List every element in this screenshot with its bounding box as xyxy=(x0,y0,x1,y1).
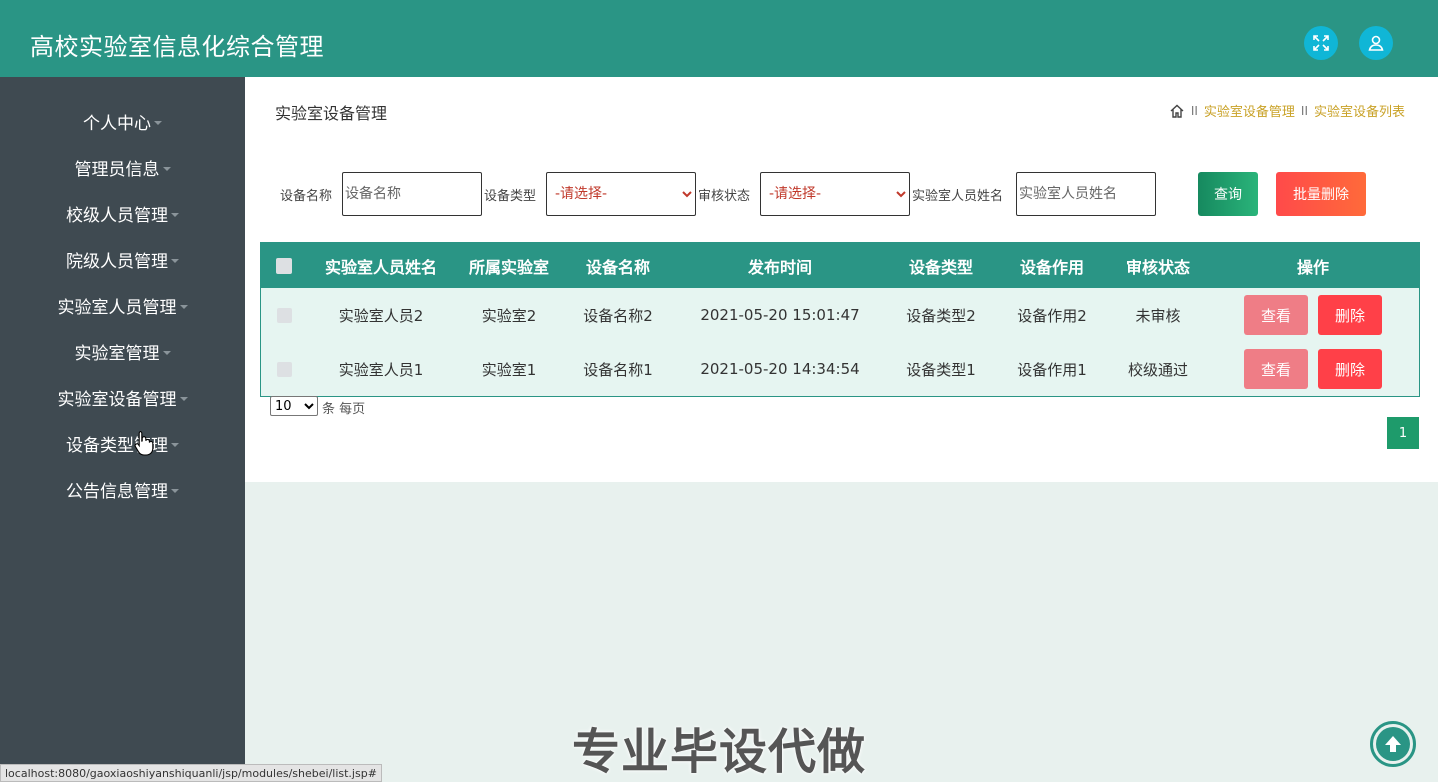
sidebar-item-announcement[interactable]: 公告信息管理 xyxy=(0,466,245,512)
sidebar: 个人中心 管理员信息 校级人员管理 院级人员管理 实验室人员管理 实验室管理 实… xyxy=(0,77,245,782)
cell-equipment-purpose: 设备作用1 xyxy=(1017,360,1087,379)
user-button[interactable] xyxy=(1359,26,1393,60)
sidebar-item-personal-center[interactable]: 个人中心 xyxy=(0,98,245,144)
lab-person-name-label: 实验室人员姓名 xyxy=(912,189,1004,204)
lab-person-name-input[interactable] xyxy=(1016,172,1156,216)
arrow-up-icon xyxy=(1385,736,1401,752)
caret-down-icon xyxy=(171,259,179,263)
column-header: 设备作用 xyxy=(1019,257,1084,277)
watermark-text: 专业毕设代做 xyxy=(572,724,867,780)
equipment-name-label: 设备名称 xyxy=(280,189,333,204)
equipment-table: 实验室人员姓名 所属实验室 设备名称 发布时间 设备类型 设备作用 审核状态 操… xyxy=(260,242,1420,397)
cell-equipment-purpose: 设备作用2 xyxy=(1017,306,1087,325)
caret-down-icon xyxy=(162,167,171,171)
sidebar-item-equipment-type[interactable]: 设备类型管理 xyxy=(0,420,245,466)
view-button[interactable]: 查看 xyxy=(1244,295,1308,335)
equipment-type-label: 设备类型 xyxy=(484,189,537,204)
sidebar-item-lab-staff[interactable]: 实验室人员管理 xyxy=(0,282,245,328)
sidebar-item-admin-info[interactable]: 管理员信息 xyxy=(0,144,245,190)
delete-button[interactable]: 删除 xyxy=(1318,295,1382,335)
column-header: 审核状态 xyxy=(1125,257,1190,277)
cell-person: 实验室人员1 xyxy=(338,360,424,379)
caret-down-icon xyxy=(179,397,188,401)
column-header: 操作 xyxy=(1296,257,1329,277)
caret-down-icon xyxy=(179,305,188,309)
cell-publish-time: 2021-05-20 15:01:47 xyxy=(700,306,860,324)
caret-down-icon xyxy=(171,489,179,493)
cell-lab: 实验室1 xyxy=(481,360,537,379)
review-status-select[interactable]: -请选择- xyxy=(760,172,910,216)
breadcrumb-separator: II xyxy=(1300,103,1308,118)
home-icon[interactable] xyxy=(1169,103,1185,119)
table-row: 实验室人员1 实验室1 设备名称1 2021-05-20 14:34:54 设备… xyxy=(261,342,1419,396)
equipment-name-input[interactable] xyxy=(342,172,482,216)
cell-equipment-type: 设备类型2 xyxy=(906,306,976,325)
caret-down-icon xyxy=(162,351,171,355)
column-header: 设备类型 xyxy=(908,257,973,277)
app-title: 高校实验室信息化综合管理 xyxy=(30,33,324,61)
delete-button[interactable]: 删除 xyxy=(1318,349,1382,389)
breadcrumb-item-list[interactable]: 实验室设备列表 xyxy=(1314,101,1405,120)
cell-lab: 实验室2 xyxy=(481,306,537,325)
fullscreen-button[interactable] xyxy=(1304,26,1338,60)
equipment-type-select[interactable]: -请选择- xyxy=(546,172,696,216)
breadcrumb: II 实验室设备管理 II 实验室设备列表 xyxy=(1169,101,1405,120)
cell-equipment-type: 设备类型1 xyxy=(906,360,976,379)
hand-cursor-icon xyxy=(134,430,154,456)
browser-status-bar: localhost:8080/gaoxiaoshiyanshiquanli/js… xyxy=(0,764,382,782)
column-header: 实验室人员姓名 xyxy=(324,257,437,277)
page-number-button[interactable]: 1 xyxy=(1387,417,1419,449)
page-size-suffix: 条 每页 xyxy=(322,402,366,417)
column-header: 发布时间 xyxy=(747,257,812,277)
cell-equipment-name: 设备名称1 xyxy=(583,360,653,379)
caret-down-icon xyxy=(171,213,179,217)
select-all-checkbox[interactable] xyxy=(276,257,292,274)
cell-equipment-name: 设备名称2 xyxy=(583,306,653,325)
sidebar-item-lab[interactable]: 实验室管理 xyxy=(0,328,245,374)
table-row: 实验室人员2 实验室2 设备名称2 2021-05-20 15:01:47 设备… xyxy=(261,288,1419,342)
query-button[interactable]: 查询 xyxy=(1198,172,1258,216)
row-checkbox[interactable] xyxy=(276,361,292,377)
cell-person: 实验室人员2 xyxy=(338,306,424,325)
caret-down-icon xyxy=(171,443,179,447)
table-header: 实验室人员姓名 所属实验室 设备名称 发布时间 设备类型 设备作用 审核状态 操… xyxy=(261,243,1419,288)
column-header: 设备名称 xyxy=(585,257,650,277)
view-button[interactable]: 查看 xyxy=(1244,349,1308,389)
row-checkbox[interactable] xyxy=(276,307,292,323)
sidebar-item-college-staff[interactable]: 院级人员管理 xyxy=(0,236,245,282)
back-to-top-button[interactable] xyxy=(1370,721,1416,767)
breadcrumb-item-equipment[interactable]: 实验室设备管理 xyxy=(1204,101,1295,120)
column-header: 所属实验室 xyxy=(468,257,549,277)
sidebar-item-lab-equipment[interactable]: 实验室设备管理 xyxy=(0,374,245,420)
caret-down-icon xyxy=(154,121,162,125)
user-icon xyxy=(1368,35,1384,51)
cell-review-status: 校级通过 xyxy=(1127,360,1188,379)
batch-delete-button[interactable]: 批量删除 xyxy=(1276,172,1366,216)
cell-publish-time: 2021-05-20 14:34:54 xyxy=(700,360,860,378)
review-status-label: 审核状态 xyxy=(698,189,751,204)
sidebar-item-school-staff[interactable]: 校级人员管理 xyxy=(0,190,245,236)
breadcrumb-separator: II xyxy=(1190,103,1198,118)
cell-review-status: 未审核 xyxy=(1135,306,1181,325)
expand-icon xyxy=(1313,35,1329,51)
page-size-select[interactable]: 10 xyxy=(270,396,318,416)
main-panel: 实验室设备管理 II 实验室设备管理 II 实验室设备列表 设备名称 设备类型 … xyxy=(245,77,1438,482)
top-header: 高校实验室信息化综合管理 xyxy=(0,0,1438,77)
page-title: 实验室设备管理 xyxy=(275,104,388,123)
